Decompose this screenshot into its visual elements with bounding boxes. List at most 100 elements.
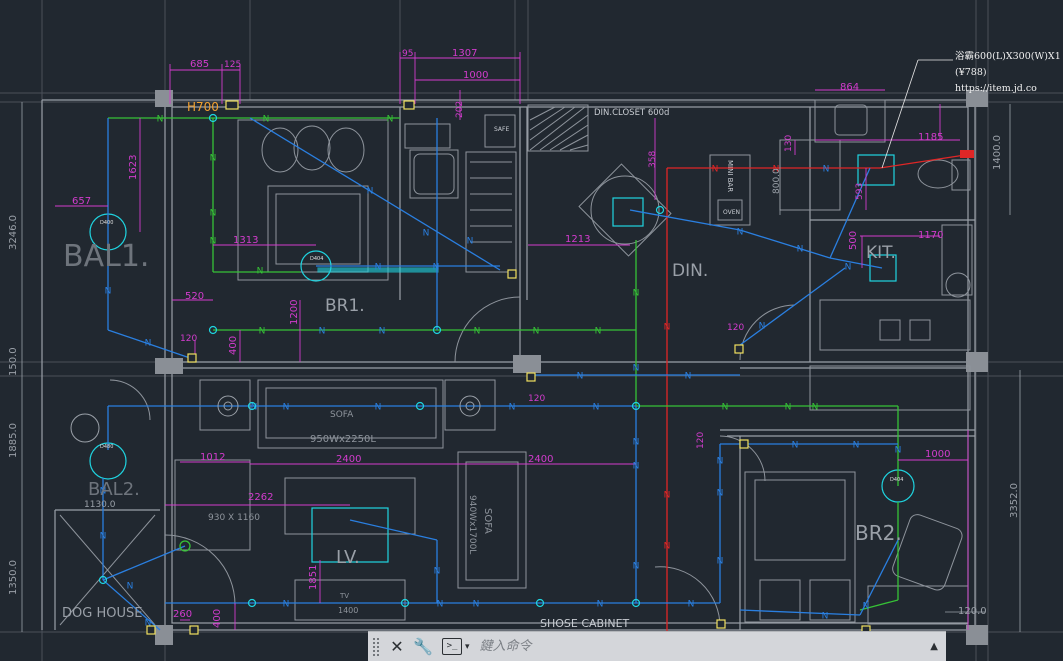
- label-oven: OVEN: [723, 209, 740, 216]
- label-lamp-2: D404: [310, 256, 323, 262]
- label-d1851: 1851: [308, 565, 319, 590]
- label-d500: 500: [848, 231, 859, 250]
- wire-node-marker: N: [717, 557, 724, 567]
- wire-node-marker: N: [688, 600, 695, 610]
- label-d120e: 120: [696, 432, 706, 449]
- label-d1012: 1012: [200, 452, 225, 463]
- label-d260: 260: [173, 609, 192, 620]
- wire-node-marker: N: [722, 403, 729, 413]
- label-d2400b: 2400: [528, 454, 553, 465]
- wire-node-marker: N: [210, 237, 217, 247]
- label-d1350: 1350.0: [8, 560, 19, 595]
- label-d1213: 1213: [565, 234, 590, 245]
- tooltip-line-2: (¥788): [955, 67, 987, 78]
- wire-node-marker: N: [593, 403, 600, 413]
- command-input[interactable]: [477, 634, 931, 659]
- label-d400a: 400: [228, 336, 239, 355]
- wire-node-marker: N: [664, 491, 671, 501]
- wire-node-marker: N: [127, 582, 134, 592]
- wire-node-marker: N: [633, 438, 640, 448]
- wire-node-marker: N: [283, 600, 290, 610]
- label-d593: 593: [855, 183, 865, 200]
- label-d2262: 2262: [248, 492, 273, 503]
- wire-node-marker: N: [595, 327, 602, 337]
- label-d1185: 1185: [918, 132, 943, 143]
- room-label-kit: KIT.: [866, 243, 896, 263]
- wire-node-marker: N: [759, 322, 766, 332]
- wire-node-marker: N: [737, 228, 744, 238]
- label-d125: 125: [224, 60, 241, 70]
- wire-node-marker: N: [712, 165, 719, 175]
- label-lamp-1: D400: [100, 220, 113, 226]
- wire-node-marker: N: [145, 339, 152, 349]
- wire-node-marker: N: [895, 446, 902, 456]
- wire-node-marker: N: [375, 403, 382, 413]
- label-d120c: 120: [727, 323, 744, 333]
- wire-node-marker: N: [263, 115, 270, 125]
- label-d1130: 1130.0: [84, 500, 116, 510]
- label-tv-size: 1400: [338, 606, 358, 615]
- wire-node-marker: N: [785, 403, 792, 413]
- label-d400b: 400: [212, 609, 223, 628]
- wire-node-marker: N: [367, 187, 374, 197]
- label-d864: 864: [840, 82, 859, 93]
- chevron-up-icon[interactable]: ▲: [930, 641, 938, 652]
- label-mini-bar: MINI BAR: [726, 160, 734, 192]
- room-label-bal2: BAL2.: [88, 479, 140, 500]
- wire-node-marker: N: [434, 567, 441, 577]
- wire-node-marker: N: [685, 372, 692, 382]
- command-bar-grip-handle[interactable]: [372, 636, 380, 657]
- label-d95: 95: [402, 49, 413, 59]
- command-line-bar[interactable]: ✕ 🔧 >_ ▾ ▲: [368, 631, 946, 661]
- label-d150: 150.0: [8, 347, 19, 376]
- wire-node-marker: N: [577, 372, 584, 382]
- wire-node-marker: N: [664, 323, 671, 333]
- wire-node-marker: N: [387, 115, 394, 125]
- room-label-din: DIN.: [672, 261, 708, 281]
- wire-node-marker: N: [823, 165, 830, 175]
- label-lamp-3: D480: [100, 444, 113, 450]
- wire-node-marker: N: [717, 457, 724, 467]
- label-d1885: 1885.0: [8, 423, 19, 458]
- label-d202: 202: [455, 101, 465, 118]
- command-prompt-icon: >_: [442, 638, 462, 655]
- wire-node-marker: N: [853, 441, 860, 451]
- label-h700: H700: [187, 100, 219, 114]
- label-sofa-1-size: 950Wx2250L: [310, 434, 376, 445]
- wire-node-marker: N: [210, 209, 217, 219]
- wire-node-marker: N: [633, 462, 640, 472]
- label-d657: 657: [72, 196, 91, 207]
- command-prompt-button[interactable]: >_ ▾: [442, 638, 470, 655]
- wire-node-marker: N: [822, 612, 829, 622]
- label-d800: 800.0: [772, 168, 782, 194]
- wire-node-marker: N: [257, 267, 264, 277]
- wire-node-marker: N: [474, 327, 481, 337]
- wire-node-marker: N: [283, 403, 290, 413]
- label-d1400: 1400.0: [992, 135, 1003, 170]
- close-icon[interactable]: ✕: [386, 636, 408, 658]
- label-sofa-1: SOFA: [330, 410, 354, 420]
- label-d120a: 120: [180, 334, 197, 344]
- tooltip-line-3: https://item.jd.co: [955, 83, 1037, 94]
- wire-node-marker: N: [792, 441, 799, 451]
- label-shoe-cabinet: SHOSE CABINET: [540, 617, 630, 630]
- label-lamp-4: D404: [890, 477, 903, 483]
- wire-node-marker: N: [100, 532, 107, 542]
- wire-node-marker: N: [845, 263, 852, 273]
- label-d1623: 1623: [128, 155, 139, 180]
- wire-node-marker: N: [633, 364, 640, 374]
- label-d1000b: 1000: [925, 449, 950, 460]
- wire-node-marker: N: [433, 263, 440, 273]
- tooltip-bath-heater: 浴霸600(L)X300(W)X1 (¥788) https://item.jd…: [955, 49, 1061, 97]
- wrench-icon[interactable]: 🔧: [412, 636, 434, 658]
- red-marker-icon: [960, 150, 974, 158]
- label-d1313: 1313: [233, 235, 258, 246]
- label-d3352: 3352.0: [1009, 483, 1020, 518]
- wire-node-marker: N: [210, 154, 217, 164]
- label-d120b: 120.0: [958, 606, 987, 617]
- wire-node-marker: N: [251, 403, 258, 413]
- label-d685: 685: [190, 59, 209, 70]
- label-d1170: 1170: [918, 230, 943, 241]
- wire-node-marker: N: [633, 562, 640, 572]
- floor-plan-canvas[interactable]: N N N N N N N N N N N N N N N N N N N N N N N N N N N N N N N N N N N N N N N N…: [0, 0, 1063, 661]
